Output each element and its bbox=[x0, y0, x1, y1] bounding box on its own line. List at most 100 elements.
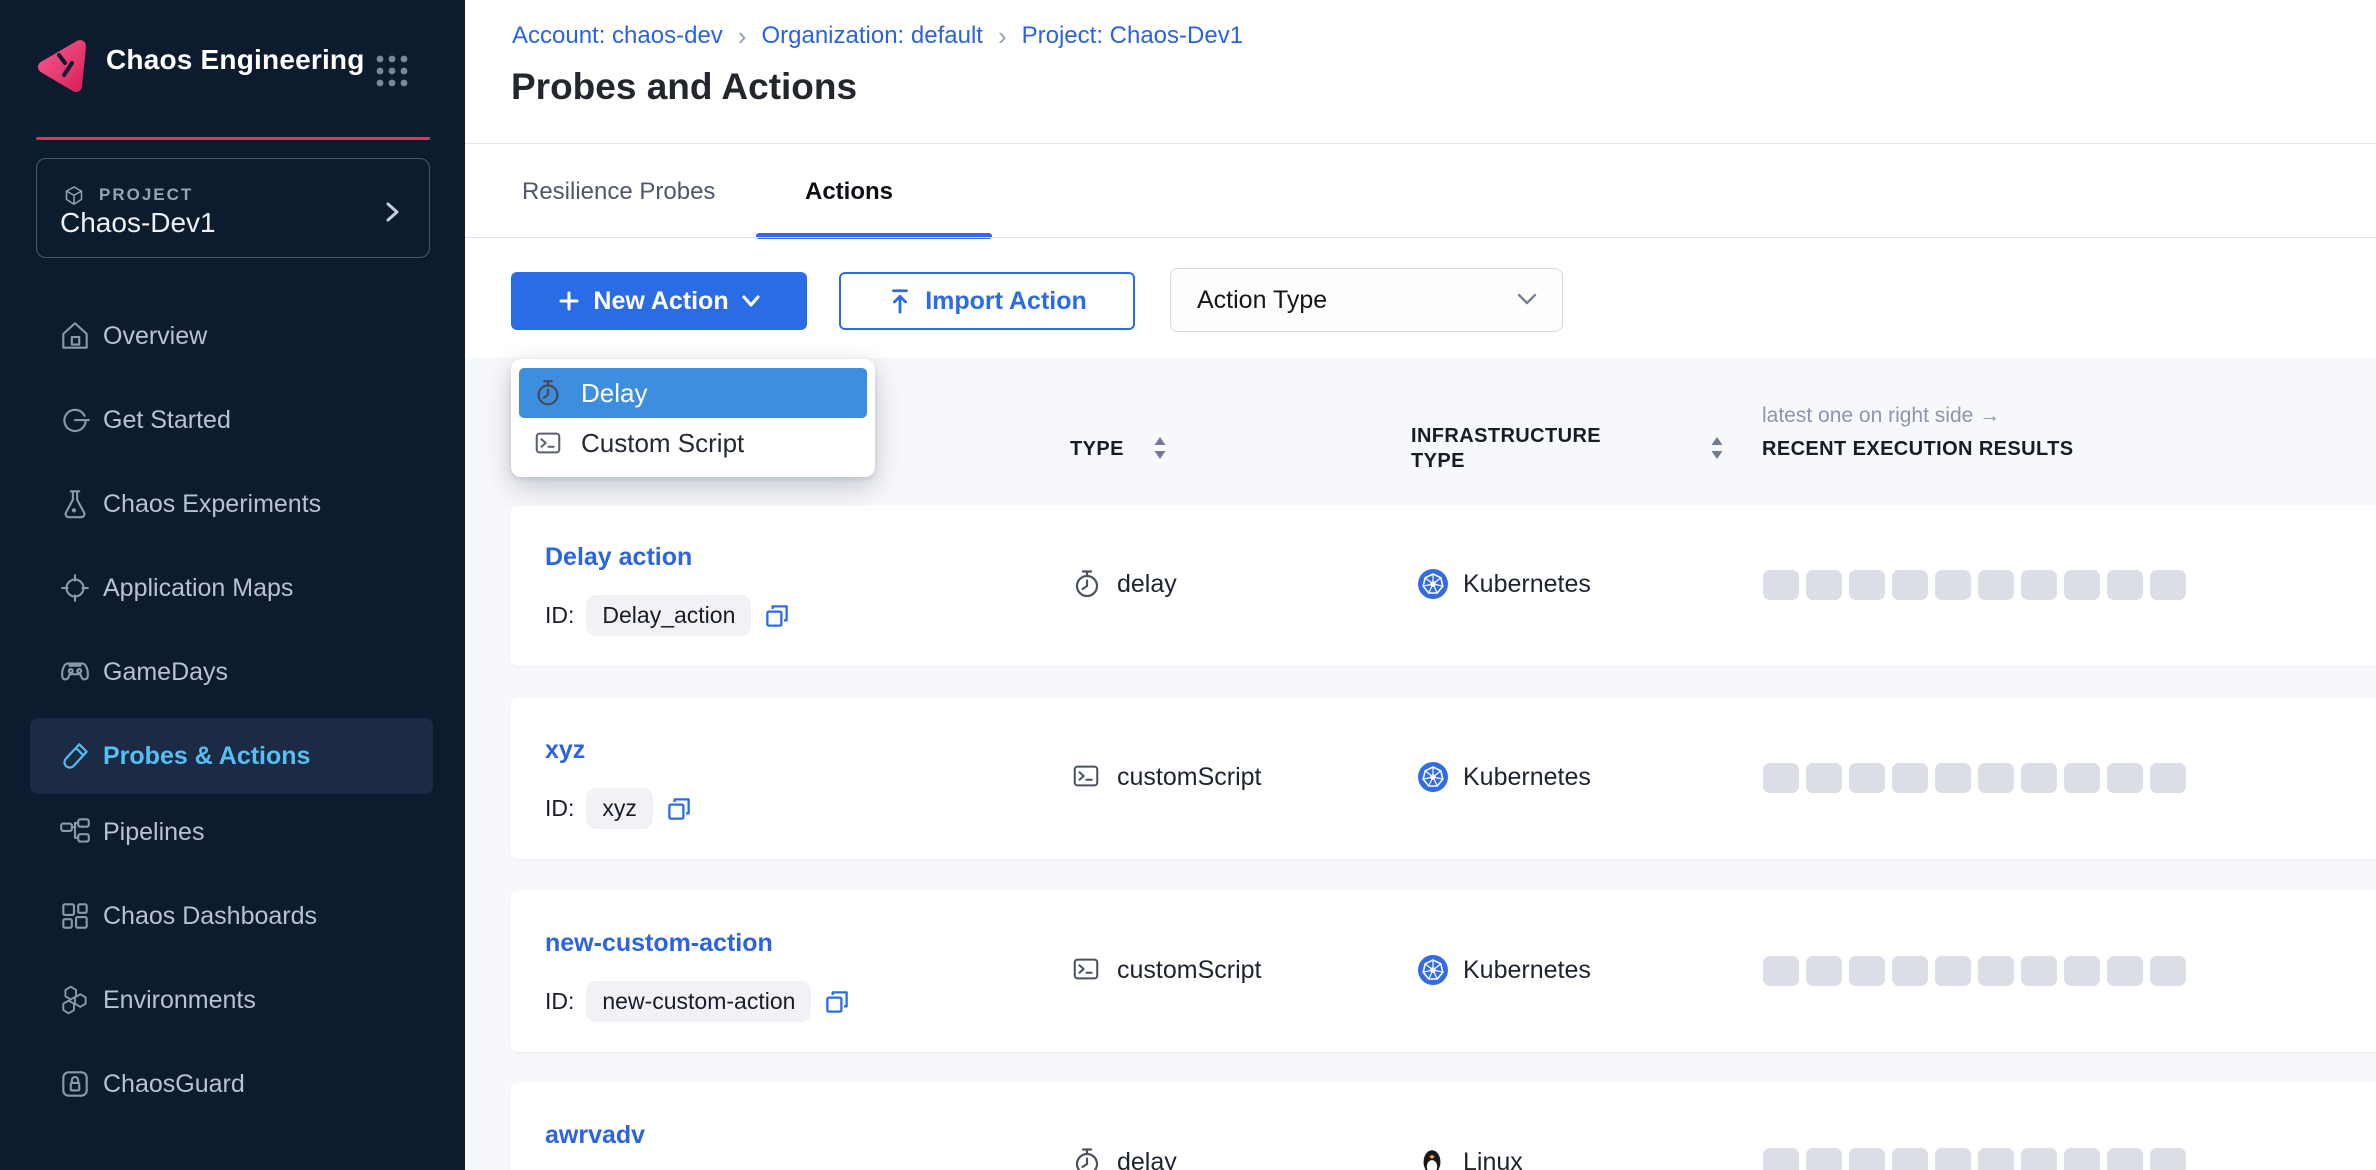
target-icon bbox=[58, 571, 92, 605]
sidebar-item-gamedays[interactable]: GameDays bbox=[0, 630, 465, 714]
tab-resilience-probes[interactable]: Resilience Probes bbox=[522, 178, 715, 206]
menu-item-custom-script[interactable]: Custom Script bbox=[519, 418, 867, 468]
new-action-button[interactable]: New Action bbox=[511, 272, 807, 330]
id-label: ID: bbox=[545, 795, 574, 822]
stopwatch-icon bbox=[1071, 568, 1103, 600]
chaos-engineering-logo-icon bbox=[34, 36, 94, 96]
infrastructure-value: Kubernetes bbox=[1463, 956, 1591, 985]
sidebar-item-chaosguard[interactable]: ChaosGuard bbox=[0, 1042, 465, 1126]
action-id: ID: new-custom-action bbox=[545, 981, 851, 1022]
flask-icon bbox=[58, 487, 92, 521]
action-id: ID: Delay_action bbox=[545, 595, 791, 636]
execution-result-placeholder bbox=[1978, 763, 2014, 793]
sidebar-item-label: Environments bbox=[103, 986, 256, 1015]
breadcrumb-project-link[interactable]: Project: Chaos-Dev1 bbox=[1022, 22, 1243, 50]
table-row[interactable]: awrvadv delay bbox=[510, 1083, 2376, 1170]
probe-icon bbox=[58, 739, 92, 773]
kubernetes-icon bbox=[1417, 761, 1449, 793]
brand-divider bbox=[36, 137, 430, 140]
recent-execution-results bbox=[1763, 1148, 2186, 1170]
project-name: Chaos-Dev1 bbox=[60, 207, 216, 239]
action-name-link[interactable]: awrvadv bbox=[545, 1121, 645, 1150]
action-type-select[interactable]: Action Type bbox=[1170, 268, 1563, 332]
menu-item-delay[interactable]: Delay bbox=[519, 368, 867, 418]
stopwatch-icon bbox=[1071, 1146, 1103, 1170]
sidebar: Chaos Engineering PROJECT Chaos-Dev1 bbox=[0, 0, 465, 1170]
execution-result-placeholder bbox=[2150, 956, 2186, 986]
breadcrumb-account-link[interactable]: Account: chaos-dev bbox=[512, 22, 723, 50]
id-value: xyz bbox=[586, 788, 653, 829]
execution-result-placeholder bbox=[2021, 570, 2057, 600]
table-row[interactable]: Delay action ID: Delay_action delay bbox=[510, 505, 2376, 666]
sidebar-nav: Overview Get Started Chaos Experiments bbox=[0, 294, 465, 1126]
column-header-recent-execution-results: RECENT EXECUTION RESULTS bbox=[1762, 438, 2073, 461]
copy-icon[interactable] bbox=[763, 602, 791, 630]
sidebar-item-label: GameDays bbox=[103, 658, 228, 687]
import-action-button[interactable]: Import Action bbox=[839, 272, 1135, 330]
active-tab-underline bbox=[756, 233, 992, 239]
dashboard-icon bbox=[58, 899, 92, 933]
copy-icon[interactable] bbox=[823, 988, 851, 1016]
table-row[interactable]: new-custom-action ID: new-custom-action bbox=[510, 891, 2376, 1052]
table-row[interactable]: xyz ID: xyz customScript bbox=[510, 698, 2376, 859]
execution-result-placeholder bbox=[1892, 570, 1928, 600]
tabbar-border bbox=[465, 237, 2376, 238]
infrastructure-value: Kubernetes bbox=[1463, 763, 1591, 792]
breadcrumb-separator: › bbox=[998, 24, 1007, 48]
chevron-down-icon bbox=[1516, 291, 1538, 311]
execution-result-placeholder bbox=[1978, 956, 2014, 986]
sidebar-item-probes-actions[interactable]: Probes & Actions bbox=[30, 718, 433, 794]
execution-result-placeholder bbox=[2021, 1148, 2057, 1170]
tab-actions[interactable]: Actions bbox=[805, 178, 893, 206]
sidebar-item-get-started[interactable]: Get Started bbox=[0, 378, 465, 462]
action-name-link[interactable]: Delay action bbox=[545, 543, 692, 572]
sidebar-item-label: Chaos Experiments bbox=[103, 490, 321, 519]
execution-result-placeholder bbox=[1806, 570, 1842, 600]
sidebar-item-label: Pipelines bbox=[103, 818, 204, 847]
main-content: Account: chaos-dev › Organization: defau… bbox=[465, 0, 2376, 1170]
id-label: ID: bbox=[545, 602, 574, 629]
sidebar-item-overview[interactable]: Overview bbox=[0, 294, 465, 378]
id-value: new-custom-action bbox=[586, 981, 811, 1022]
execution-result-placeholder bbox=[1935, 1148, 1971, 1170]
column-header-infrastructure-type: INFRASTRUCTURE TYPE bbox=[1411, 424, 1596, 474]
sidebar-item-chaos-dashboards[interactable]: Chaos Dashboards bbox=[0, 874, 465, 958]
hexagons-icon bbox=[58, 983, 92, 1017]
action-name-link[interactable]: xyz bbox=[545, 736, 585, 765]
execution-result-placeholder bbox=[1892, 956, 1928, 986]
execution-result-placeholder bbox=[1763, 763, 1799, 793]
recent-execution-results bbox=[1763, 763, 2186, 793]
sidebar-item-environments[interactable]: Environments bbox=[0, 958, 465, 1042]
pipeline-icon bbox=[58, 815, 92, 849]
module-grid-icon[interactable] bbox=[374, 53, 410, 89]
type-value: customScript bbox=[1117, 763, 1261, 792]
execution-result-placeholder bbox=[2064, 956, 2100, 986]
sidebar-item-label: ChaosGuard bbox=[103, 1070, 245, 1099]
sort-type-icon[interactable] bbox=[1149, 435, 1173, 461]
id-label: ID: bbox=[545, 988, 574, 1015]
execution-result-placeholder bbox=[2150, 570, 2186, 600]
column-header-type: TYPE bbox=[1070, 438, 1124, 461]
sort-infrastructure-icon[interactable] bbox=[1706, 435, 1730, 461]
execution-result-placeholder bbox=[1763, 570, 1799, 600]
execution-result-placeholder bbox=[1849, 1148, 1885, 1170]
type-cell: customScript bbox=[1071, 954, 1261, 986]
chevron-right-icon bbox=[383, 201, 403, 223]
terminal-icon bbox=[533, 428, 563, 458]
sidebar-item-application-maps[interactable]: Application Maps bbox=[0, 546, 465, 630]
execution-result-placeholder bbox=[1763, 956, 1799, 986]
execution-result-placeholder bbox=[2021, 763, 2057, 793]
sidebar-item-pipelines[interactable]: Pipelines bbox=[0, 790, 465, 874]
project-selector[interactable]: PROJECT Chaos-Dev1 bbox=[36, 158, 430, 258]
breadcrumb-organization-link[interactable]: Organization: default bbox=[761, 22, 982, 50]
sidebar-item-chaos-experiments[interactable]: Chaos Experiments bbox=[0, 462, 465, 546]
execution-result-placeholder bbox=[1849, 763, 1885, 793]
action-name-link[interactable]: new-custom-action bbox=[545, 929, 773, 958]
terminal-icon bbox=[1071, 954, 1103, 986]
copy-icon[interactable] bbox=[665, 795, 693, 823]
project-label: PROJECT bbox=[99, 185, 193, 205]
execution-result-placeholder bbox=[1935, 763, 1971, 793]
new-action-menu: Delay Custom Script bbox=[511, 359, 875, 477]
recent-execution-results bbox=[1763, 570, 2186, 600]
action-id: ID: xyz bbox=[545, 788, 693, 829]
